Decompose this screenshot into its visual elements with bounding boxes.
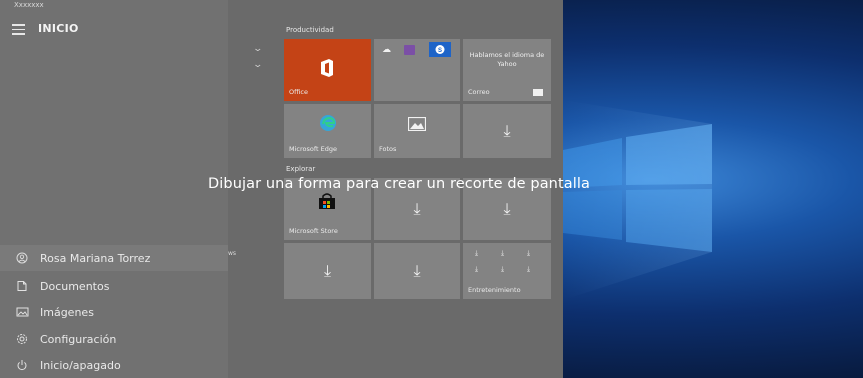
power-icon bbox=[15, 358, 29, 372]
tile-label: Microsoft Store bbox=[289, 227, 338, 235]
tile-label: Office bbox=[289, 88, 308, 96]
download-icon: ⤓ bbox=[475, 265, 479, 273]
chevron-down-icon[interactable]: ⌄ bbox=[252, 44, 263, 54]
rail-item-label: Configuración bbox=[40, 332, 117, 346]
rail-item-user[interactable]: Rosa Mariana Torrez bbox=[0, 245, 228, 271]
rail-item-label: Imágenes bbox=[40, 305, 94, 319]
download-icon: ⤓ bbox=[501, 265, 505, 273]
partial-app-label: ws bbox=[228, 250, 237, 257]
download-icon: ⤓ bbox=[503, 121, 511, 140]
tile-download-5[interactable]: ⤓ bbox=[374, 243, 460, 299]
chevron-down-icon[interactable]: ⌄ bbox=[252, 60, 263, 70]
download-icon: ⤓ bbox=[475, 249, 479, 257]
skype-icon: S bbox=[429, 42, 451, 57]
rail-item-label: Rosa Mariana Torrez bbox=[40, 251, 151, 265]
gear-icon bbox=[15, 332, 29, 346]
tile-label: Entretenimiento bbox=[468, 286, 521, 294]
user-icon bbox=[15, 251, 29, 265]
onenote-icon bbox=[404, 45, 415, 55]
rail-item-imagenes[interactable]: Imágenes bbox=[0, 299, 228, 325]
edge-icon bbox=[319, 114, 337, 136]
download-icon: ⤓ bbox=[527, 265, 531, 273]
office-logo-icon bbox=[319, 58, 335, 78]
snip-overlay-instruction: Dibujar una forma para crear un recorte … bbox=[208, 176, 590, 192]
onedrive-icon: ☁ bbox=[382, 45, 391, 55]
download-icon: ⤓ bbox=[413, 199, 421, 218]
rail-item-inicio-apagado[interactable]: Inicio/apagado bbox=[0, 352, 228, 378]
download-icon: ⤓ bbox=[413, 261, 421, 280]
title-strip: Xxxxxxx bbox=[14, 1, 44, 9]
tile-app-group[interactable]: ☁ S bbox=[374, 39, 460, 101]
svg-text:S: S bbox=[438, 48, 442, 54]
mail-icon bbox=[533, 89, 543, 96]
start-left-rail: Xxxxxxx INICIO Rosa Mariana Torrez Docum… bbox=[0, 0, 228, 378]
tile-yahoo-text: Hablamos el idioma de Yahoo bbox=[469, 51, 545, 68]
group-label-productividad: Productividad bbox=[286, 26, 334, 34]
tile-microsoft-edge[interactable]: Microsoft Edge bbox=[284, 104, 371, 158]
tile-yahoo-correo[interactable]: Hablamos el idioma de Yahoo Correo bbox=[463, 39, 551, 101]
rail-item-documentos[interactable]: Documentos bbox=[0, 273, 228, 299]
group-label-explorar: Explorar bbox=[286, 165, 316, 173]
hamburger-menu-icon[interactable] bbox=[12, 24, 25, 35]
tile-label: Correo bbox=[468, 88, 490, 96]
download-icon: ⤓ bbox=[501, 249, 505, 257]
document-icon bbox=[15, 279, 29, 293]
start-menu-title: INICIO bbox=[38, 22, 79, 35]
download-icon: ⤓ bbox=[503, 199, 511, 218]
tile-entretenimiento[interactable]: ⤓ ⤓ ⤓ ⤓ ⤓ ⤓ Entretenimiento bbox=[463, 243, 551, 299]
download-icon: ⤓ bbox=[527, 249, 531, 257]
tile-fotos[interactable]: Fotos bbox=[374, 104, 460, 158]
tile-download-4[interactable]: ⤓ bbox=[284, 243, 371, 299]
download-icon: ⤓ bbox=[323, 261, 332, 280]
tile-download-1[interactable]: ⤓ bbox=[463, 104, 551, 158]
rail-item-configuracion[interactable]: Configuración bbox=[0, 326, 228, 352]
photos-icon bbox=[407, 116, 427, 135]
tile-label: Microsoft Edge bbox=[289, 145, 338, 153]
tile-label: Fotos bbox=[379, 145, 397, 153]
store-bag-icon bbox=[318, 193, 336, 213]
rail-item-label: Documentos bbox=[40, 279, 110, 293]
tile-office[interactable]: Office bbox=[284, 39, 371, 101]
image-icon bbox=[15, 305, 29, 319]
rail-item-label: Inicio/apagado bbox=[40, 358, 121, 372]
